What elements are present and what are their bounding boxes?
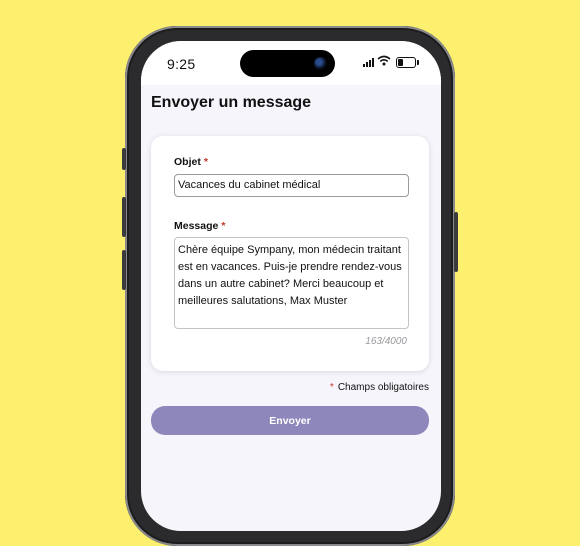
send-button[interactable]: Envoyer — [151, 406, 429, 435]
message-form-card: Objet * Vacances du cabinet médical Messa… — [151, 136, 429, 371]
status-time: 9:25 — [167, 56, 196, 72]
camera-icon — [314, 57, 327, 70]
battery-icon — [396, 57, 419, 68]
subject-label: Objet * — [174, 156, 208, 168]
required-asterisk: * — [221, 220, 226, 232]
volume-up-button — [122, 197, 126, 237]
wifi-icon — [377, 55, 391, 66]
required-asterisk: * — [203, 156, 208, 168]
dynamic-island — [240, 50, 335, 77]
message-textarea[interactable]: Chère équipe Sympany, mon médecin traita… — [174, 237, 409, 329]
page-title: Envoyer un message — [151, 94, 312, 111]
cellular-signal-icon — [363, 58, 374, 67]
character-counter: 163/4000 — [365, 336, 407, 347]
required-fields-note: * Champs obligatoires — [329, 382, 429, 393]
phone-screen: 9:25 Envoyer un message Objet * Vacances … — [141, 41, 441, 531]
volume-down-button — [122, 250, 126, 290]
status-bar: 9:25 — [141, 41, 441, 85]
subject-input[interactable]: Vacances du cabinet médical — [174, 174, 409, 197]
message-label: Message * — [174, 220, 226, 232]
power-button — [454, 212, 458, 272]
mute-switch — [122, 148, 126, 170]
